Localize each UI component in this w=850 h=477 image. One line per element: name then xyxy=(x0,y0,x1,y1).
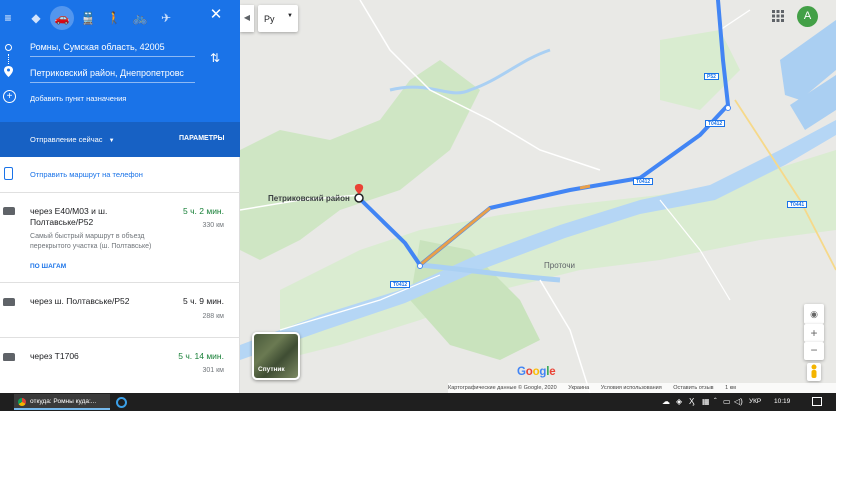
taskbar: откуда: Ромны куда:... ☁ ◈ Ӽ ▦ ˆ ▭ ◁) УК… xyxy=(0,393,836,411)
network-icon[interactable]: ▦ xyxy=(702,397,710,406)
chevron-up-icon[interactable]: ˆ xyxy=(714,397,717,406)
chrome-icon xyxy=(18,398,26,406)
add-destination-link[interactable]: Добавить пункт назначения xyxy=(30,94,126,103)
cloud-icon[interactable]: ☁ xyxy=(662,397,670,406)
route-via: через ш. Полтавське/Р52 xyxy=(30,296,130,306)
car-mode-icon[interactable]: 🚗 xyxy=(50,6,74,30)
depart-time-label: Отправление сейчас xyxy=(30,135,103,144)
map-canvas[interactable]: P52 T0412 T0412 T0412 T0441 Петриковский… xyxy=(240,0,836,393)
origin-dot-icon xyxy=(5,44,12,51)
flight-mode-icon[interactable]: ✈ xyxy=(154,6,178,30)
road-badge-t0412: T0412 xyxy=(705,120,726,127)
route-option[interactable]: через Е40/М03 и ш. Полтавське/Р52 5 ч. 2… xyxy=(0,193,240,283)
screen: P52 T0412 T0412 T0412 T0441 Петриковский… xyxy=(0,0,836,411)
destination-circle[interactable] xyxy=(354,193,364,203)
route-time: 5 ч. 2 мин. xyxy=(183,206,224,216)
route-distance: 330 км xyxy=(202,222,225,229)
route-via: через Т1706 xyxy=(30,351,79,361)
phone-icon xyxy=(4,167,13,180)
depart-bar: Отправление сейчас ▼ ПАРАМЕТРЫ xyxy=(0,122,240,157)
zoom-in-button[interactable]: + xyxy=(804,324,824,342)
destination-pin-icon xyxy=(4,66,13,77)
collapse-panel-button[interactable]: ◀ xyxy=(240,5,254,32)
directions-panel: ≡ ◆ 🚗 🚆 🚶 🚲 ✈ ✕ Ромны, Сумская область, … xyxy=(0,0,240,393)
route-distance: 288 км xyxy=(202,313,225,320)
notifications-icon[interactable] xyxy=(812,397,822,406)
directions-header: ≡ ◆ 🚗 🚆 🚶 🚲 ✈ ✕ Ромны, Сумская область, … xyxy=(0,0,240,157)
input-language[interactable]: УКР xyxy=(749,398,761,405)
route-via: через Е40/М03 и ш. Полтавське/Р52 xyxy=(30,206,108,227)
edge-icon[interactable] xyxy=(116,397,127,408)
waypoint-connector xyxy=(8,54,9,64)
road-badge-t0412: T0412 xyxy=(633,178,654,185)
start-button[interactable] xyxy=(0,393,12,411)
options-button[interactable]: ПАРАМЕТРЫ xyxy=(179,135,225,142)
destination-input[interactable]: Петриковский район, Днепропетровс xyxy=(30,68,195,83)
route-option[interactable]: через ш. Полтавське/Р52 5 ч. 9 мин. 288 … xyxy=(0,283,240,338)
language-select[interactable]: Ру ▼ xyxy=(258,5,298,32)
taskbar-chrome-item[interactable]: откуда: Ромны куда:... xyxy=(14,394,110,410)
swap-icon[interactable]: ⇅ xyxy=(210,51,220,65)
attribution-feedback[interactable]: Оставить отзыв xyxy=(673,385,713,391)
street-view-pegman-icon[interactable] xyxy=(807,363,821,381)
attribution-terms[interactable]: Условия использования xyxy=(601,385,662,391)
depart-time-select[interactable]: Отправление сейчас ▼ xyxy=(30,135,115,144)
satellite-layer-button[interactable]: Спутник xyxy=(252,332,300,380)
clock[interactable]: 10:19 xyxy=(774,398,790,405)
monitor-icon[interactable]: ▭ xyxy=(723,397,731,406)
language-value: Ру xyxy=(264,14,275,24)
volume-icon[interactable]: ◁) xyxy=(734,397,743,406)
car-icon xyxy=(3,298,15,306)
taskbar-chrome-label: откуда: Ромны куда:... xyxy=(30,398,97,405)
destination-label[interactable]: Петриковский район xyxy=(268,194,350,203)
road-badge-t0412: T0412 xyxy=(390,281,411,288)
origin-input[interactable]: Ромны, Сумская область, 42005 xyxy=(30,42,195,57)
add-destination-icon[interactable]: + xyxy=(3,90,16,103)
travel-mode-row: ≡ ◆ 🚗 🚆 🚶 🚲 ✈ xyxy=(0,6,240,30)
account-avatar[interactable]: A xyxy=(797,6,818,27)
road-badge-t0441: T0441 xyxy=(787,201,808,208)
satellite-label: Спутник xyxy=(258,366,285,373)
app-icon[interactable]: Ӽ xyxy=(689,397,694,406)
route-option[interactable]: через Т1706 5 ч. 14 мин. 301 км xyxy=(0,338,240,393)
town-label: Проточи xyxy=(544,261,575,270)
send-to-phone-link[interactable]: Отправить маршрут на телефон xyxy=(30,170,143,179)
best-route-icon[interactable]: ◆ xyxy=(24,6,48,30)
send-to-phone-row[interactable]: Отправить маршрут на телефон xyxy=(0,157,240,193)
shield-icon[interactable]: ◈ xyxy=(676,397,682,406)
caret-down-icon: ▼ xyxy=(287,13,293,19)
transit-mode-icon[interactable]: 🚆 xyxy=(76,6,100,30)
google-logo: Google xyxy=(517,366,556,378)
route-time: 5 ч. 9 мин. xyxy=(183,296,224,306)
walk-mode-icon[interactable]: 🚶 xyxy=(102,6,126,30)
caret-down-icon: ▼ xyxy=(108,138,115,144)
route-time: 5 ч. 14 мин. xyxy=(178,351,224,361)
bike-mode-icon[interactable]: 🚲 xyxy=(128,6,152,30)
route-distance: 301 км xyxy=(202,367,225,374)
attribution-scale[interactable]: 1 км xyxy=(725,385,736,391)
route-note: Самый быстрый маршрут в объезд перекрыто… xyxy=(30,233,152,250)
car-icon xyxy=(3,353,15,361)
attribution-data: Картографические данные © Google, 2020 xyxy=(448,385,557,391)
map-attribution: Картографические данные © Google, 2020 У… xyxy=(448,383,836,393)
steps-link[interactable]: ПО ШАГАМ xyxy=(30,263,66,270)
car-icon xyxy=(3,207,15,215)
zoom-out-button[interactable]: − xyxy=(804,342,824,360)
close-icon[interactable]: ✕ xyxy=(206,5,226,23)
my-location-button[interactable]: ◉ xyxy=(804,304,824,324)
system-tray: ☁ ◈ Ӽ ▦ ˆ ▭ ◁) УКР 10:19 xyxy=(656,393,836,411)
apps-grid-icon[interactable] xyxy=(772,10,784,22)
road-badge-p52: P52 xyxy=(704,73,719,80)
menu-icon[interactable]: ≡ xyxy=(0,6,20,30)
attribution-country[interactable]: Украина xyxy=(568,385,589,391)
